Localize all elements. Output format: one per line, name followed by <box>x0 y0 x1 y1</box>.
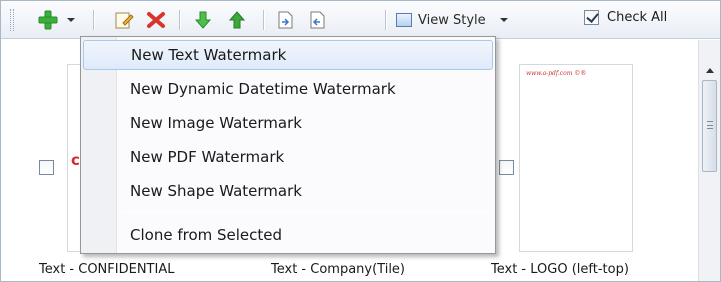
new-watermark-menu: New Text Watermark New Dynamic Datetime … <box>80 36 496 254</box>
import-icon <box>278 11 293 29</box>
menu-item-label: New PDF Watermark <box>130 148 285 166</box>
menu-item-new-image-watermark[interactable]: New Image Watermark <box>83 108 493 138</box>
plus-icon <box>38 10 58 30</box>
menu-separator <box>121 211 493 212</box>
item-caption: Text - CONFIDENTIAL <box>39 262 175 277</box>
menu-item-clone-from-selected[interactable]: Clone from Selected <box>83 220 493 250</box>
view-style-label: View Style <box>418 12 486 28</box>
item-checkbox[interactable] <box>39 160 54 175</box>
toolbar: View Style Check All <box>1 1 720 39</box>
toolbar-separator <box>385 10 386 30</box>
check-all-toggle[interactable]: Check All <box>584 10 667 25</box>
delete-icon <box>147 12 165 28</box>
watermark-thumbnail[interactable]: www.a-pdf.com ©® <box>519 64 633 252</box>
item-caption: Text - Company(Tile) <box>271 262 405 277</box>
edit-button[interactable] <box>111 8 137 32</box>
scroll-up-button[interactable] <box>699 62 720 78</box>
move-down-button[interactable] <box>191 8 215 32</box>
view-style-button[interactable]: View Style <box>396 9 508 31</box>
menu-item-new-shape-watermark[interactable]: New Shape Watermark <box>83 176 493 206</box>
menu-item-new-dynamic-datetime-watermark[interactable]: New Dynamic Datetime Watermark <box>83 74 493 104</box>
view-style-icon <box>396 13 412 27</box>
watermark-preview-text: www.a-pdf.com ©® <box>526 70 587 77</box>
scroll-thumb[interactable] <box>702 80 717 172</box>
add-dropdown-arrow[interactable] <box>63 8 79 32</box>
menu-item-new-text-watermark[interactable]: New Text Watermark <box>83 40 493 70</box>
menu-item-label: New Image Watermark <box>130 114 302 132</box>
item-caption: Text - LOGO (left-top) <box>491 262 629 277</box>
item-checkbox[interactable] <box>499 160 514 175</box>
vertical-scrollbar[interactable] <box>698 40 720 281</box>
arrow-up-icon <box>228 11 246 29</box>
check-all-checkbox[interactable] <box>584 10 599 25</box>
import-button[interactable] <box>273 8 297 32</box>
confidential-preview-mark: c <box>71 151 80 169</box>
chevron-down-icon <box>67 18 75 22</box>
toolbar-grip[interactable] <box>10 9 14 31</box>
add-button[interactable] <box>35 8 61 32</box>
grip-icon <box>707 121 713 129</box>
menu-item-new-pdf-watermark[interactable]: New PDF Watermark <box>83 142 493 172</box>
toolbar-separator <box>263 10 264 30</box>
menu-item-label: New Dynamic Datetime Watermark <box>130 80 396 98</box>
move-up-button[interactable] <box>225 8 249 32</box>
menu-item-label: New Shape Watermark <box>130 182 302 200</box>
export-button[interactable] <box>305 8 329 32</box>
toolbar-separator <box>179 10 180 30</box>
chevron-down-icon <box>499 18 508 22</box>
delete-button[interactable] <box>143 8 169 32</box>
menu-item-label: New Text Watermark <box>131 46 287 64</box>
toolbar-separator <box>93 10 94 30</box>
arrow-down-icon <box>194 11 212 29</box>
edit-icon <box>115 12 134 29</box>
export-icon <box>310 11 325 29</box>
menu-item-label: Clone from Selected <box>130 226 283 244</box>
check-all-label: Check All <box>607 10 668 25</box>
